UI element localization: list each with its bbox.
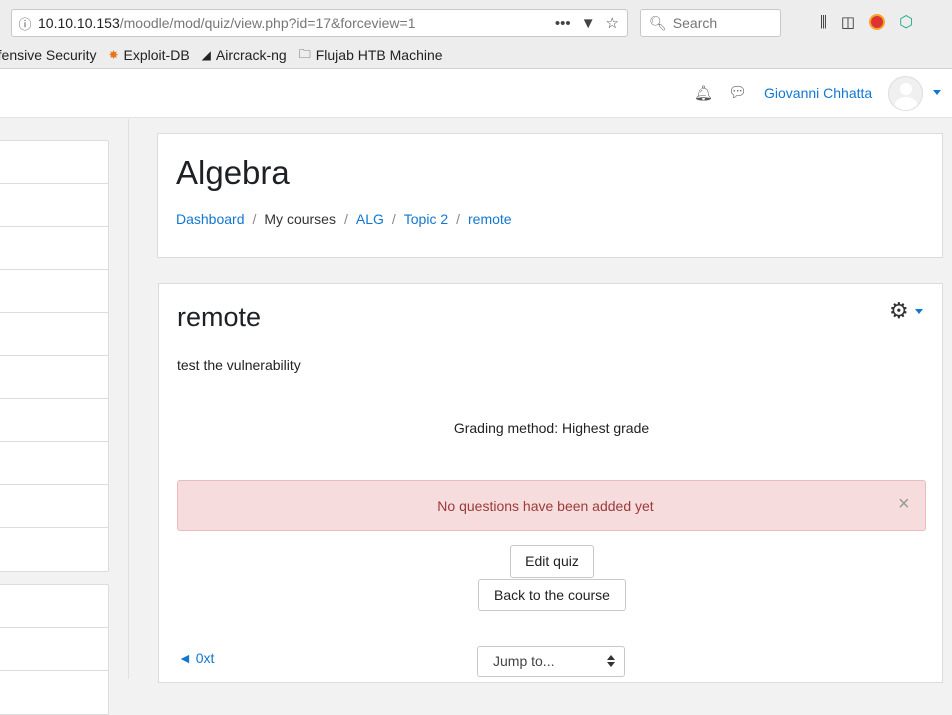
moodle-navbar: 🔔︎ 💬︎ Giovanni Chhatta [0,69,952,118]
user-menu-caret-icon[interactable] [933,90,941,95]
extension-icon[interactable]: ⬡ [899,12,913,32]
pocket-icon[interactable]: ▼ [581,15,596,32]
quiz-description: test the vulnerability [177,357,301,373]
bookmark-flujab[interactable]: 🗀 Flujab HTB Machine [299,45,443,66]
drawer-item[interactable] [0,356,108,399]
bookmark-exploit-db[interactable]: ✸ Exploit-DB [108,47,189,63]
drawer-item[interactable] [0,141,108,184]
drawer-item[interactable] [0,270,108,313]
drawer-item[interactable] [0,184,108,227]
settings-menu-button[interactable]: ⚙ [889,298,923,324]
grading-method: Grading method: Highest grade [453,420,650,436]
search-icon: 🔍︎ [649,14,667,31]
jump-to-select[interactable]: Jump to... [477,646,625,677]
drawer-item[interactable] [0,628,108,671]
no-questions-alert: No questions have been added yet × [177,480,926,531]
browser-toolbar: ⓘ 10.10.10.153/moodle/mod/quiz/view.php?… [0,0,952,69]
breadcrumb-my-courses: My courses [264,211,336,227]
drawer-item[interactable] [0,442,108,485]
user-name[interactable]: Giovanni Chhatta [764,85,872,101]
library-icon[interactable]: ⫼ [820,14,827,31]
aircrack-icon: ◢ [201,48,211,62]
select-arrows-icon [607,655,615,667]
quiz-title: remote [177,302,262,332]
messages-icon[interactable]: 💬︎ [728,83,747,101]
url-bar[interactable]: ⓘ 10.10.10.153/moodle/mod/quiz/view.php?… [11,9,628,37]
previous-activity-link[interactable]: ◄ 0xt [178,650,214,666]
caret-down-icon [914,308,923,314]
url-text[interactable]: 10.10.10.153/moodle/mod/quiz/view.php?id… [38,15,555,31]
bookmark-star-icon[interactable]: ☆ [606,14,619,32]
quiz-card: remote ⚙ test the vulnerability Grading … [158,283,943,683]
search-bar[interactable]: 🔍︎ [640,9,781,37]
edit-quiz-button[interactable]: Edit quiz [510,545,594,578]
breadcrumb-topic-2[interactable]: Topic 2 [404,211,448,227]
search-input[interactable] [672,15,773,31]
url-path: /moodle/mod/quiz/view.php?id=17&forcevie… [119,15,416,31]
breadcrumb-alg[interactable]: ALG [356,211,384,227]
gear-icon: ⚙ [889,298,909,323]
notifications-bell-icon[interactable]: 🔔︎ [694,84,713,102]
back-to-course-button[interactable]: Back to the course [478,579,626,611]
breadcrumb-remote[interactable]: remote [468,211,512,227]
info-icon[interactable]: ⓘ [12,14,38,33]
drawer-item[interactable] [0,485,108,528]
bookmark-offensive-security[interactable]: ffensive Security [0,47,96,63]
drawer-item[interactable] [0,399,108,442]
nav-drawer [0,119,129,715]
alert-message: No questions have been added yet [437,498,654,514]
breadcrumb-dashboard[interactable]: Dashboard [176,211,245,227]
more-actions-icon[interactable]: ••• [555,15,571,32]
url-host: 10.10.10.153 [38,15,120,31]
bookmarks-bar: ffensive Security ✸ Exploit-DB ◢ Aircrack-… [0,44,455,66]
drawer-item[interactable] [0,671,108,714]
page-title: Algebra [176,154,290,191]
close-icon[interactable]: × [898,493,910,516]
drawer-item[interactable] [0,313,108,356]
breadcrumb: Dashboard / My courses / ALG / Topic 2 /… [176,211,512,227]
drawer-item[interactable] [0,528,108,571]
drawer-item[interactable] [0,585,108,628]
page-header: Algebra Dashboard / My courses / ALG / T… [157,133,943,258]
avatar[interactable] [888,76,923,111]
drawer-group-course [0,140,109,572]
noscript-icon[interactable] [869,14,886,30]
drawer-group-site [0,584,109,715]
jump-to-label: Jump to... [493,653,555,669]
sidebar-icon[interactable]: ◫ [841,13,855,31]
drawer-item[interactable] [0,227,108,270]
bookmark-aircrack[interactable]: ◢ Aircrack-ng [202,47,287,63]
exploit-db-icon: ✸ [108,48,119,62]
folder-icon: 🗀 [298,46,311,61]
